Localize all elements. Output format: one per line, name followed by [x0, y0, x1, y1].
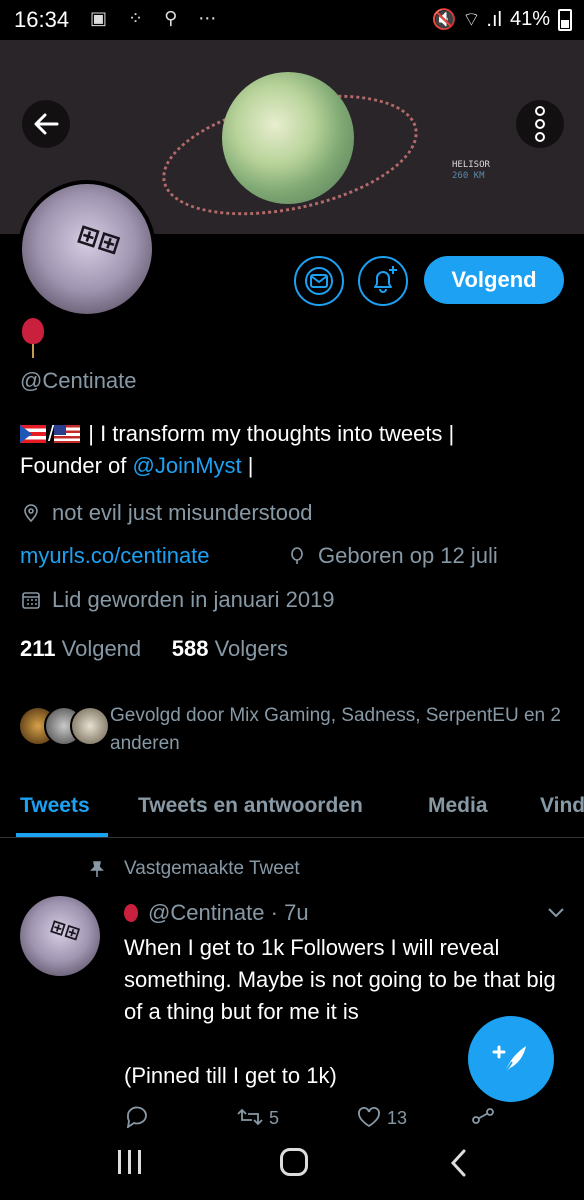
retweet-button[interactable]: 5	[236, 1106, 279, 1129]
status-right: 🔇 ⌔ .ıl 41%	[432, 7, 572, 32]
heart-icon	[358, 1107, 380, 1128]
pinned-tweet-label: Vastgemaakte Tweet	[124, 858, 300, 879]
tab-tweets[interactable]: Tweets	[20, 794, 90, 818]
tab-likes[interactable]: Vind	[540, 794, 584, 818]
balloon-emoji-icon	[22, 318, 44, 358]
tweet-author-handle[interactable]: @Centinate	[148, 900, 265, 925]
avatar-shirt-graphic: ⊞⊞	[73, 218, 125, 261]
status-bar: 16:34 ▣ ⁘ ⚲ ⋯ 🔇 ⌔ .ıl 41%	[0, 0, 584, 40]
recent-apps-button[interactable]	[118, 1150, 144, 1174]
tweet-avatar[interactable]: ⊞⊞	[20, 896, 100, 976]
battery-icon	[558, 8, 572, 31]
bell-plus-icon	[374, 266, 397, 293]
followed-by-avatars[interactable]	[18, 706, 110, 750]
puerto-rico-flag-icon	[20, 425, 46, 443]
tweet-actions: 5 13	[124, 1106, 564, 1130]
more-dot-icon	[535, 119, 545, 129]
retweet-count: 5	[269, 1108, 280, 1128]
retweet-icon	[237, 1108, 263, 1126]
profile-handle: @Centinate	[20, 368, 137, 393]
location-pin-icon	[24, 504, 38, 522]
back-button[interactable]	[22, 100, 70, 148]
following-button[interactable]: Volgend	[424, 256, 564, 304]
followed-by-text[interactable]: Gevolgd door Mix Gaming, Sadness, Serpen…	[110, 702, 570, 758]
followers-count: 588	[171, 636, 209, 661]
tweet-timestamp: · 7u	[270, 900, 309, 925]
follow-counts: 211 Volgend 588 Volgers	[20, 636, 288, 662]
tweet-header: @Centinate · 7u	[124, 900, 309, 926]
profile-location: not evil just misunderstood	[22, 500, 312, 526]
more-dot-icon	[535, 132, 545, 142]
pin-icon	[90, 861, 104, 877]
balloon-outline-icon	[291, 547, 303, 564]
quill-plus-icon	[492, 1045, 526, 1075]
balloon-emoji-icon	[124, 904, 138, 922]
share-icon	[472, 1108, 494, 1124]
back-nav-icon[interactable]	[448, 1148, 470, 1178]
bio-text: | I transform my thoughts into tweets |	[82, 421, 455, 446]
profile-website[interactable]: myurls.co/centinate	[20, 543, 210, 569]
profile-avatar[interactable]: ⊞⊞	[18, 180, 156, 318]
like-count: 13	[387, 1108, 408, 1128]
bio-mention-link[interactable]: @JoinMyst	[133, 453, 242, 478]
recent-apps-icon	[118, 1150, 121, 1174]
planet-image	[222, 72, 354, 204]
system-navigation-bar	[0, 1130, 584, 1200]
avatar	[70, 706, 110, 746]
chevron-down-icon[interactable]	[546, 906, 566, 920]
joined-text: Lid geworden in januari 2019	[52, 587, 335, 612]
following-stat[interactable]: 211 Volgend	[20, 636, 141, 661]
followers-label: Volgers	[214, 636, 288, 661]
reply-icon	[126, 1106, 147, 1129]
banner-location: HELISOR	[452, 160, 490, 170]
signal-wifi-icons: 🔇 ⌔ .ıl	[431, 9, 502, 31]
recent-apps-icon	[138, 1150, 141, 1174]
location-text: not evil just misunderstood	[52, 500, 313, 525]
usa-flag-icon	[54, 425, 81, 443]
profile-bio: / | I transform my thoughts into tweets …	[20, 418, 568, 482]
following-label: Volgend	[61, 636, 142, 661]
banner-distance: 260 KM	[452, 171, 485, 181]
bio-founder-prefix: Founder of	[20, 453, 133, 478]
calendar-icon	[22, 592, 40, 609]
tab-tweets-replies[interactable]: Tweets en antwoorden	[138, 794, 363, 818]
profile-birthday: Geboren op 12 juli	[288, 543, 498, 569]
home-button[interactable]	[280, 1148, 308, 1176]
recent-apps-icon	[128, 1150, 131, 1174]
tab-media[interactable]: Media	[428, 794, 488, 818]
following-count: 211	[20, 636, 56, 661]
more-options-button[interactable]	[516, 100, 564, 148]
birthday-text: Geboren op 12 juli	[318, 543, 498, 568]
active-tab-indicator	[16, 833, 108, 837]
notify-button[interactable]	[358, 256, 408, 306]
profile-joined: Lid geworden in januari 2019	[22, 587, 335, 613]
reply-button[interactable]	[124, 1106, 150, 1130]
followers-stat[interactable]: 588 Volgers	[172, 636, 288, 661]
avatar-shirt-graphic: ⊞⊞	[47, 915, 83, 945]
compose-tweet-button[interactable]	[468, 1016, 554, 1102]
profile-tabs: Tweets Tweets en antwoorden Media Vind	[0, 780, 584, 838]
tweet-text-paragraph: When I get to 1k Followers I will reveal…	[124, 935, 556, 1024]
status-time: 16:34	[14, 7, 70, 32]
like-button[interactable]: 13	[356, 1106, 407, 1129]
bio-founder-suffix: |	[241, 453, 254, 478]
notification-icons: ▣ ⁘ ⚲ ⋯	[90, 8, 225, 28]
banner-caption: HELISOR 260 KM	[452, 160, 490, 182]
more-dot-icon	[535, 106, 545, 116]
arrow-left-icon	[34, 113, 59, 135]
battery-percent: 41%	[509, 8, 550, 30]
message-button[interactable]	[294, 256, 344, 306]
website-link[interactable]: myurls.co/centinate	[20, 543, 210, 568]
envelope-icon	[305, 267, 333, 295]
share-button[interactable]	[470, 1106, 496, 1130]
